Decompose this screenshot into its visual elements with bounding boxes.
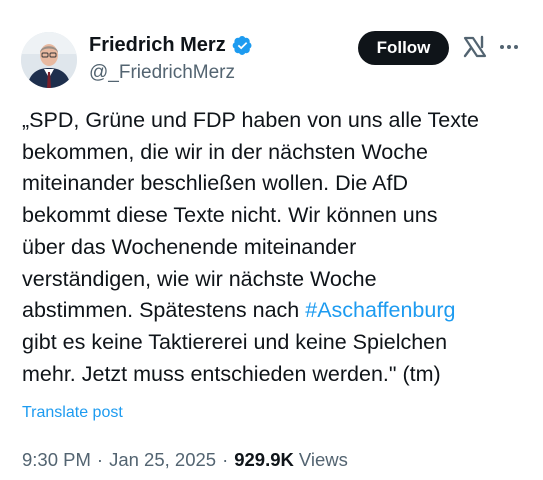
tweet-text: „SPD, Grüne und FDP haben von uns alle T… bbox=[22, 105, 527, 390]
more-horizontal-icon[interactable] bbox=[497, 36, 521, 58]
meta-separator: · bbox=[222, 449, 229, 470]
tweet-text-after: gibt es keine Taktiererei und keine Spie… bbox=[22, 329, 448, 386]
author-display-name[interactable]: Friedrich Merz bbox=[89, 34, 226, 57]
tweet-card: Friedrich Merz @_FriedrichMerz Follow „S… bbox=[0, 0, 543, 480]
tweet-time[interactable]: 9:30 PM bbox=[22, 449, 91, 471]
views-label[interactable]: Views bbox=[299, 449, 348, 471]
hashtag-link[interactable]: #Aschaffenburg bbox=[305, 298, 455, 322]
avatar[interactable] bbox=[21, 32, 77, 88]
author-name-row: Friedrich Merz bbox=[89, 34, 253, 57]
verified-badge-icon[interactable] bbox=[232, 35, 253, 56]
dot bbox=[500, 45, 504, 49]
dot bbox=[507, 45, 511, 49]
grok-icon[interactable] bbox=[462, 34, 488, 60]
tweet-date[interactable]: Jan 25, 2025 bbox=[109, 449, 216, 471]
meta-separator: · bbox=[96, 449, 104, 470]
tweet-meta: 9:30 PM · Jan 25, 2025 · 929.9K Views bbox=[22, 449, 348, 471]
follow-button[interactable]: Follow bbox=[358, 31, 449, 65]
translate-post-link[interactable]: Translate post bbox=[22, 404, 123, 422]
tweet-text-before: „SPD, Grüne und FDP haben von uns alle T… bbox=[22, 108, 479, 323]
author-handle[interactable]: @_FriedrichMerz bbox=[89, 62, 235, 84]
dot bbox=[514, 45, 518, 49]
views-count[interactable]: 929.9K bbox=[234, 449, 294, 471]
avatar-image bbox=[21, 32, 77, 88]
